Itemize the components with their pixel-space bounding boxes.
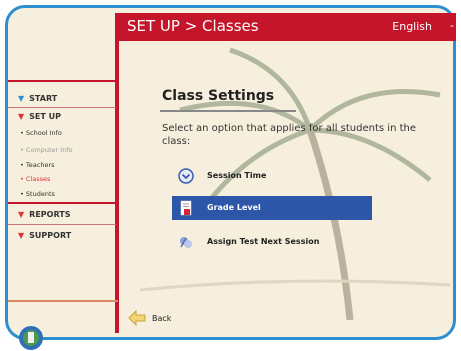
sidebar-mid-rule [8,202,118,204]
subnav-students[interactable]: • Students [20,190,55,198]
chevron-down-icon: ▼ [18,112,25,121]
option-session-time[interactable]: Session Time [172,164,372,188]
nav-reports[interactable]: ▼ REPORTS [18,210,70,219]
back-label: Back [152,314,172,323]
back-arrow-icon [128,310,146,326]
chevron-circle-icon [178,168,194,184]
document-icon [180,200,192,216]
app-logo-icon[interactable] [18,325,44,351]
nav-setup-label: SET UP [29,112,61,121]
chevron-down-icon: ▼ [18,94,25,103]
page-header: SET UP > Classes English - [115,13,456,41]
subnav-computer-info[interactable]: • Computer Info [20,146,73,154]
option-label: Grade Level [207,203,261,212]
option-assign-test[interactable]: Assign Test Next Session [172,230,372,254]
chevron-down-icon: ▼ [18,231,25,240]
subnav-classes[interactable]: • Classes [20,175,50,183]
language-dash: - [450,19,454,32]
page-title: Class Settings [162,88,275,104]
divider [8,224,116,225]
option-label: Session Time [207,171,267,180]
nav-start-label: START [29,94,58,103]
sidebar-bottom-rule [8,300,118,302]
nav-support-label: SUPPORT [29,231,72,240]
language-selector[interactable]: English [392,20,432,33]
option-label: Assign Test Next Session [207,237,320,246]
chevron-down-icon: ▼ [18,210,25,219]
nav-support[interactable]: ▼ SUPPORT [18,231,71,240]
title-underline [160,110,296,112]
nav-start[interactable]: ▼ START [18,94,57,103]
sidebar-top-rule [8,80,118,82]
header-divider [115,13,119,333]
nav-reports-label: REPORTS [29,210,71,219]
divider [8,107,116,108]
nav-setup[interactable]: ▼ SET UP [18,112,61,121]
subnav-teachers[interactable]: • Teachers [20,161,55,169]
assign-icon [180,237,192,248]
option-grade-level[interactable]: Grade Level [172,196,372,220]
subnav-school-info[interactable]: • School Info [20,129,62,137]
instructions-text: Select an option that applies for all st… [162,123,416,147]
breadcrumb: SET UP > Classes [127,17,259,35]
